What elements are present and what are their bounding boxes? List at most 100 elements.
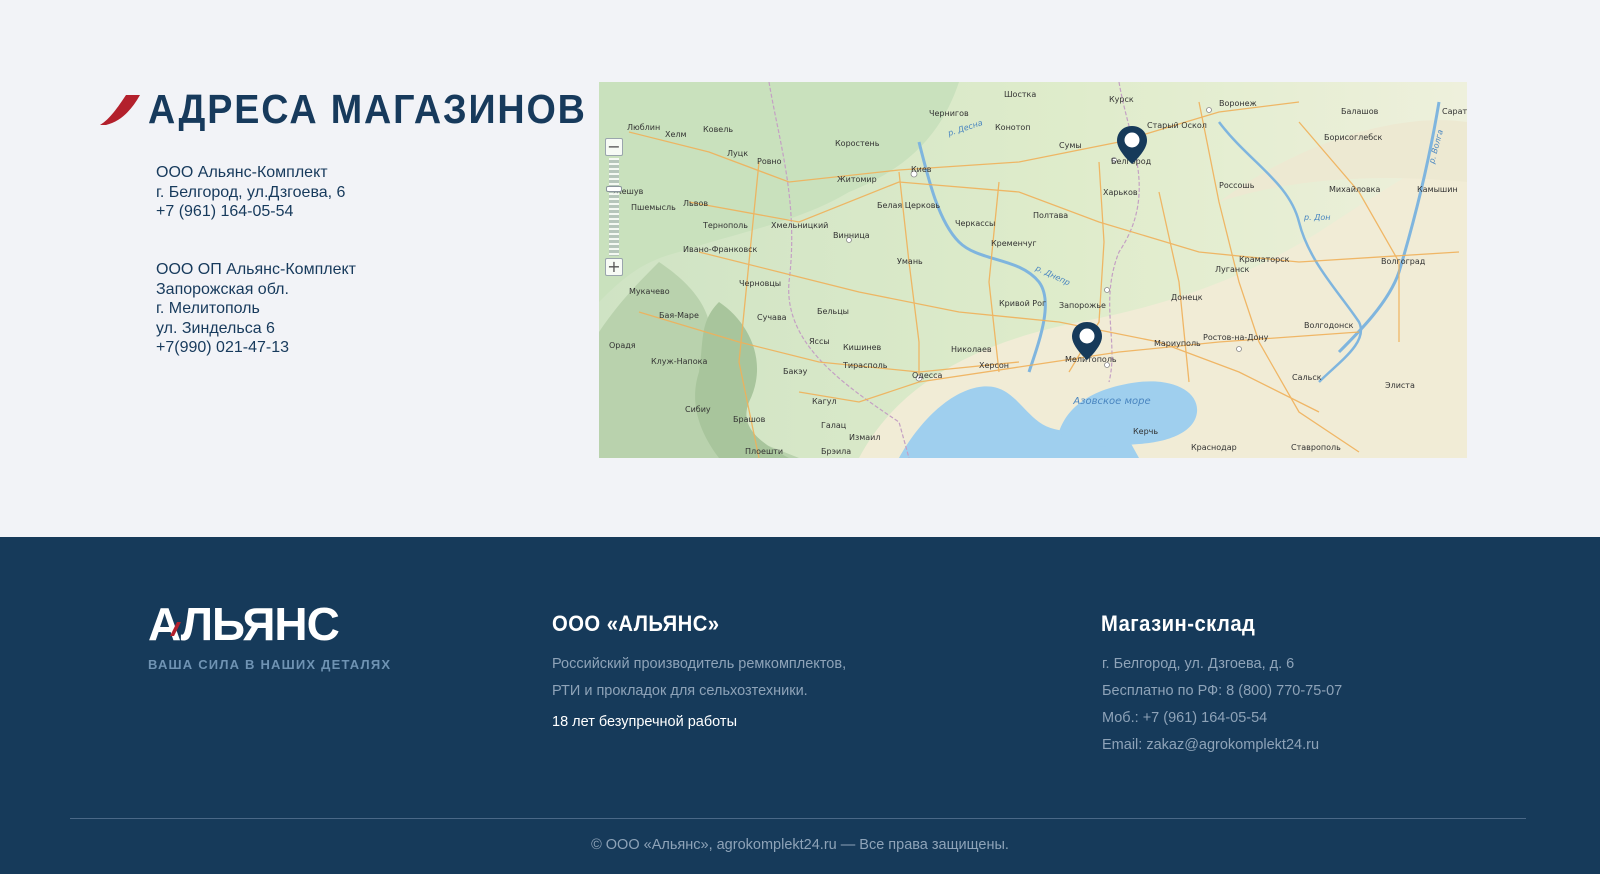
map-label: Бакэу xyxy=(783,367,808,376)
map-label: Тернополь xyxy=(702,221,748,230)
map-label: Люблин xyxy=(627,123,660,132)
phone-link[interactable]: +7 (961) 164-05-54 xyxy=(156,202,345,222)
map-label: Житомир xyxy=(837,175,877,184)
map-label: Сумы xyxy=(1059,141,1082,150)
map-label: Галац xyxy=(821,421,847,430)
map-label: Харьков xyxy=(1103,188,1138,197)
stores-section: АДРЕСА МАГАЗИНОВ ООО Альянс-Комплект г. … xyxy=(0,0,1600,537)
map-label: Тирасполь xyxy=(842,361,888,370)
map-label: Белая Церковь xyxy=(877,201,940,210)
map-label: Николаев xyxy=(951,345,992,354)
map-canvas[interactable]: Курск Воронеж Балашов Сарато Шостка Черн… xyxy=(599,82,1467,458)
map-label: Ковель xyxy=(703,125,733,134)
map-label: Конотоп xyxy=(995,123,1030,132)
zoom-slider-track[interactable] xyxy=(609,158,619,256)
section-heading: АДРЕСА МАГАЗИНОВ xyxy=(96,84,625,134)
store-heading: Магазин-склад xyxy=(1101,611,1256,636)
map-label: Полтава xyxy=(1033,211,1068,220)
map-label: Львов xyxy=(683,199,708,208)
email-link[interactable]: Email: zakaz@agrokomplekt24.ru xyxy=(1102,732,1342,759)
mobile-phone-link[interactable]: Моб.: +7 (961) 164-05-54 xyxy=(1102,705,1342,732)
footer-logo[interactable]: АЛЬЯНС ВАША СИЛА В НАШИХ ДЕТАЛЯХ xyxy=(148,601,391,672)
map-label: Ровно xyxy=(757,157,782,166)
map-label: Винница xyxy=(833,231,870,240)
address-line: ул. Зиндельса 6 xyxy=(156,319,275,337)
map-label: Краматорск xyxy=(1239,255,1290,264)
map-label: Кишинев xyxy=(843,343,882,352)
map-label-sea: Азовское море xyxy=(1072,396,1150,407)
map-label: Умань xyxy=(897,257,923,266)
map-zoom-control: − + xyxy=(605,138,623,278)
map-label: Сибиу xyxy=(685,405,711,414)
zoom-out-button[interactable]: − xyxy=(605,138,623,156)
map-label: Донецк xyxy=(1171,293,1203,302)
phone-link[interactable]: +7(990) 021-47-13 xyxy=(156,338,356,358)
map-label: Борисоглебск xyxy=(1324,133,1383,142)
company-heading: ООО «АЛЬЯНС» xyxy=(552,611,720,636)
logo-wordmark: АЛЬЯНС xyxy=(148,601,391,647)
red-slash-icon xyxy=(100,95,140,125)
map-label: Орадя xyxy=(609,341,636,350)
map-label: Ростов-на-Дону xyxy=(1203,333,1269,342)
map-label: Херсон xyxy=(979,361,1009,370)
map-label: Измаил xyxy=(849,433,881,442)
map-label: Киев xyxy=(911,165,932,174)
company-description: Российский производитель ремкомплектов, … xyxy=(552,651,846,705)
map-label: Сальск xyxy=(1292,373,1322,382)
map-label: Чернигов xyxy=(929,109,969,118)
page-title: АДРЕСА МАГАЗИНОВ xyxy=(148,85,587,132)
map-label: Хмельницкий xyxy=(771,221,828,230)
map-label: Сарато xyxy=(1442,107,1467,116)
map-label: Пшемысль xyxy=(631,203,676,212)
map-label: Элиста xyxy=(1385,381,1415,390)
address-line: ООО ОП Альянс-Комплект xyxy=(156,261,356,278)
footer-divider xyxy=(70,818,1526,819)
map-label: Черновцы xyxy=(739,279,781,288)
copyright-text: © ООО «Альянс», agrokomplekt24.ru — Все … xyxy=(591,837,1009,853)
map-label: Кагул xyxy=(812,397,837,406)
map-label: Краснодар xyxy=(1191,443,1237,452)
map-label: Бельцы xyxy=(817,307,849,316)
map-label: Россошь xyxy=(1219,181,1255,190)
address-line: Запорожская обл. xyxy=(156,280,289,298)
map-label: Луцк xyxy=(727,149,748,158)
map-label: Камышин xyxy=(1417,185,1458,194)
address-line: г. Белгород, ул.Дзгоева, 6 xyxy=(156,183,346,201)
map-label: Михайловка xyxy=(1329,185,1380,194)
map-label: Волгодонск xyxy=(1304,321,1354,330)
map-label: Кривой Рог xyxy=(999,299,1046,308)
map-label: Мукачево xyxy=(629,287,670,296)
map-label: Яссы xyxy=(809,337,830,346)
store-address-belgorod: ООО Альянс-Комплект г. Белгород, ул.Дзго… xyxy=(156,163,345,222)
zoom-slider-handle[interactable] xyxy=(606,186,622,192)
map-label: Запорожье xyxy=(1059,301,1106,310)
store-address: г. Белгород, ул. Дзгоева, д. 6 xyxy=(1102,656,1295,672)
map-label: Плоешти xyxy=(745,447,783,456)
store-address-melitopol: ООО ОП Альянс-Комплект Запорожская обл. … xyxy=(156,260,356,358)
map-label: Мариуполь xyxy=(1154,339,1201,348)
map-label: Ставрополь xyxy=(1291,443,1341,452)
map-label: Курск xyxy=(1109,95,1134,104)
map-label: Кременчуг xyxy=(991,239,1037,248)
store-map[interactable]: Курск Воронеж Балашов Сарато Шостка Черн… xyxy=(599,82,1467,458)
map-label: Хелм xyxy=(665,130,687,139)
map-label: Воронеж xyxy=(1219,99,1257,108)
free-phone-link[interactable]: Бесплатно по РФ: 8 (800) 770-75-07 xyxy=(1102,678,1342,705)
map-label: Брашов xyxy=(733,415,766,424)
map-label: Старый Оскол xyxy=(1147,121,1207,130)
store-contacts: г. Белгород, ул. Дзгоева, д. 6 Бесплатно… xyxy=(1102,651,1342,759)
map-label: р. Дон xyxy=(1303,213,1331,222)
map-label: Бая-Маре xyxy=(659,311,699,320)
zoom-in-button[interactable]: + xyxy=(605,258,623,276)
map-label: Волгоград xyxy=(1381,257,1426,266)
map-pin-icon[interactable] xyxy=(1114,124,1150,166)
logo-tagline: ВАША СИЛА В НАШИХ ДЕТАЛЯХ xyxy=(148,657,392,672)
map-label: Коростень xyxy=(835,139,880,148)
map-pin-icon[interactable] xyxy=(1069,320,1105,362)
map-label: Брэила xyxy=(821,447,851,456)
description-line: Российский производитель ремкомплектов, xyxy=(552,656,847,672)
company-highlight: 18 лет безупречной работы xyxy=(552,714,737,730)
site-footer: АЛЬЯНС ВАША СИЛА В НАШИХ ДЕТАЛЯХ ООО «АЛ… xyxy=(0,537,1600,874)
description-line: РТИ и прокладок для сельхозтехники. xyxy=(552,683,808,699)
map-label: Шостка xyxy=(1004,90,1036,99)
